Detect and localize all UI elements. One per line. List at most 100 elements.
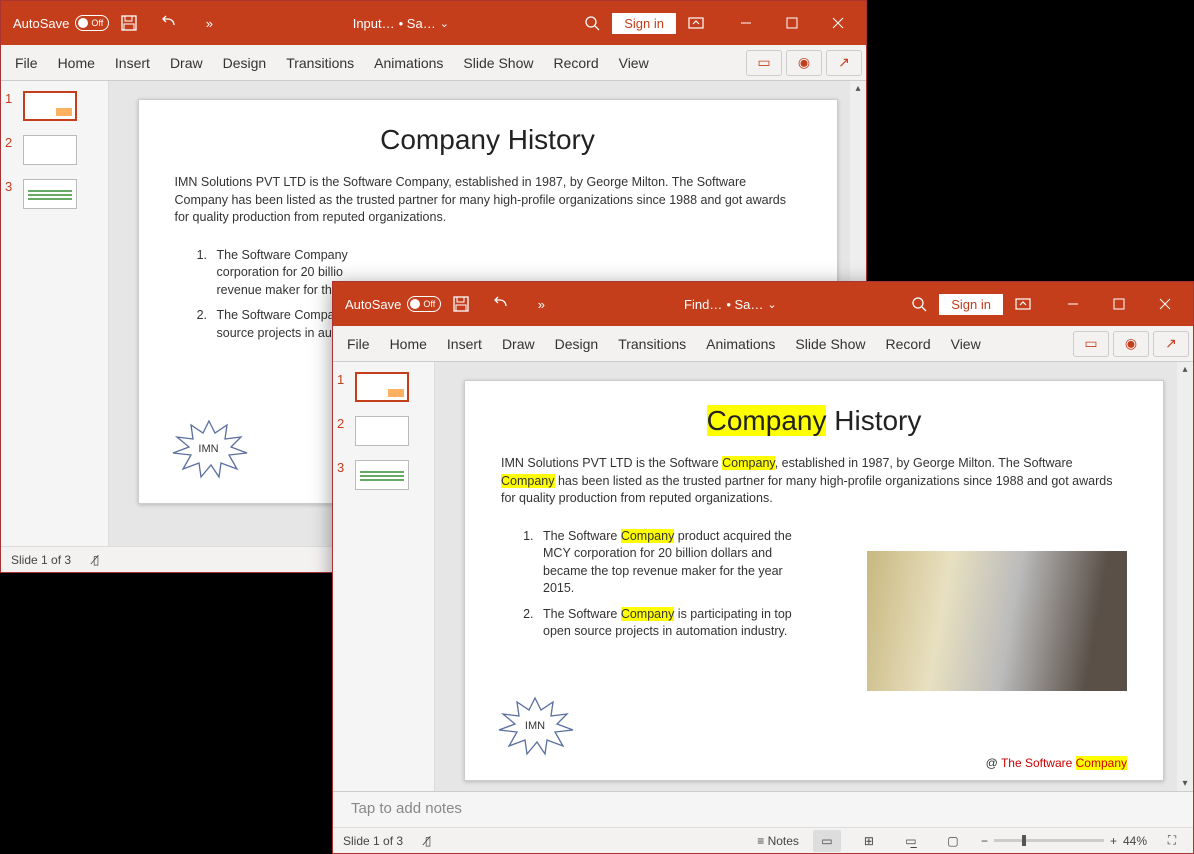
autosave-switch[interactable]: Off bbox=[407, 296, 441, 312]
tab-record[interactable]: Record bbox=[875, 330, 940, 358]
ribbon-tabs: File Home Insert Draw Design Transitions… bbox=[333, 326, 1193, 362]
save-icon[interactable] bbox=[447, 290, 475, 318]
slide-canvas[interactable]: Company History IMN Solutions PVT LTD is… bbox=[435, 362, 1193, 791]
record-button-icon[interactable]: ◉ bbox=[1113, 331, 1149, 357]
ribbon-mode-icon[interactable] bbox=[682, 9, 710, 37]
close-button[interactable] bbox=[1143, 289, 1187, 319]
vertical-scrollbar[interactable]: ▴▾ bbox=[1177, 362, 1193, 791]
accessibility-icon[interactable]: ▯̸ bbox=[85, 551, 107, 569]
share-icon[interactable]: ↗ bbox=[826, 50, 862, 76]
tab-file[interactable]: File bbox=[337, 330, 380, 358]
minimize-button[interactable] bbox=[1051, 289, 1095, 319]
close-button[interactable] bbox=[816, 8, 860, 38]
sign-in-button[interactable]: Sign in bbox=[612, 13, 676, 34]
slide-image bbox=[867, 551, 1127, 691]
tab-record[interactable]: Record bbox=[543, 49, 608, 77]
burst-shape: IMN bbox=[495, 696, 575, 756]
tab-draw[interactable]: Draw bbox=[492, 330, 545, 358]
tab-view[interactable]: View bbox=[941, 330, 991, 358]
thumbnail-3[interactable]: 3 bbox=[5, 179, 104, 209]
sorter-view-icon[interactable]: ⊞ bbox=[855, 830, 883, 852]
tab-transitions[interactable]: Transitions bbox=[608, 330, 696, 358]
notes-button[interactable]: ≡ Notes bbox=[757, 834, 799, 848]
comments-icon[interactable]: ▭ bbox=[746, 50, 782, 76]
autosave-switch[interactable]: Off bbox=[75, 15, 109, 31]
record-button-icon[interactable]: ◉ bbox=[786, 50, 822, 76]
thumbnail-1[interactable]: 1 bbox=[5, 91, 104, 121]
undo-icon[interactable] bbox=[487, 290, 515, 318]
accessibility-icon[interactable]: ▯̸ bbox=[417, 832, 439, 850]
search-icon[interactable] bbox=[905, 290, 933, 318]
thumbnail-panel: 1 2 3 bbox=[1, 81, 109, 546]
sign-in-button[interactable]: Sign in bbox=[939, 294, 1003, 315]
titlebar: AutoSave Off » Input… • Sa… ⌄ Sign in bbox=[1, 1, 866, 45]
zoom-slider[interactable] bbox=[994, 839, 1104, 842]
tab-design[interactable]: Design bbox=[213, 49, 277, 77]
slide-paragraph: IMN Solutions PVT LTD is the Software Co… bbox=[501, 455, 1127, 508]
undo-icon[interactable] bbox=[155, 9, 183, 37]
slide-paragraph: IMN Solutions PVT LTD is the Software Co… bbox=[175, 174, 801, 227]
tab-insert[interactable]: Insert bbox=[437, 330, 492, 358]
thumbnail-2[interactable]: 2 bbox=[5, 135, 104, 165]
slide-title: Company History bbox=[175, 124, 801, 156]
chevron-down-icon[interactable]: ⌄ bbox=[440, 17, 449, 30]
maximize-button[interactable] bbox=[770, 8, 814, 38]
autosave-toggle[interactable]: AutoSave Off bbox=[345, 296, 441, 312]
powerpoint-window-find: AutoSave Off » Find… • Sa… ⌄ Sign in Fil… bbox=[332, 281, 1194, 854]
reading-view-icon[interactable]: ▭̲ bbox=[897, 830, 925, 852]
thumbnail-panel: 1 2 3 bbox=[333, 362, 435, 791]
editor-body: 1 2 3 Company History IMN Solutions PVT … bbox=[333, 362, 1193, 791]
list-item-2: The Software Company is participating in… bbox=[537, 606, 801, 641]
chevron-down-icon[interactable]: ⌄ bbox=[767, 298, 776, 311]
slide-title: Company History bbox=[501, 405, 1127, 437]
list-item-1: The Software Company product acquired th… bbox=[537, 528, 801, 598]
autosave-toggle[interactable]: AutoSave Off bbox=[13, 15, 109, 31]
share-icon[interactable]: ↗ bbox=[1153, 331, 1189, 357]
search-icon[interactable] bbox=[578, 9, 606, 37]
window-controls bbox=[1051, 289, 1187, 319]
ribbon-mode-icon[interactable] bbox=[1009, 290, 1037, 318]
document-title: Find… • Sa… ⌄ bbox=[561, 297, 899, 312]
autosave-label: AutoSave bbox=[13, 16, 69, 31]
tab-home[interactable]: Home bbox=[48, 49, 105, 77]
burst-shape: IMN bbox=[169, 419, 249, 479]
maximize-button[interactable] bbox=[1097, 289, 1141, 319]
thumbnail-3[interactable]: 3 bbox=[337, 460, 430, 490]
tab-slideshow[interactable]: Slide Show bbox=[453, 49, 543, 77]
slide-counter: Slide 1 of 3 bbox=[11, 553, 71, 567]
copyright-text: @ The Software Company bbox=[986, 756, 1127, 770]
fit-to-window-icon[interactable]: ⛶ bbox=[1161, 832, 1183, 850]
comments-icon[interactable]: ▭ bbox=[1073, 331, 1109, 357]
zoom-out-icon[interactable]: − bbox=[981, 834, 988, 848]
thumbnail-1[interactable]: 1 bbox=[337, 372, 430, 402]
notes-pane[interactable]: Tap to add notes bbox=[333, 791, 1193, 827]
tab-file[interactable]: File bbox=[5, 49, 48, 77]
zoom-in-icon[interactable]: + bbox=[1110, 834, 1117, 848]
tab-home[interactable]: Home bbox=[380, 330, 437, 358]
slide-counter: Slide 1 of 3 bbox=[343, 834, 403, 848]
zoom-control[interactable]: − + 44% bbox=[981, 834, 1147, 848]
tab-draw[interactable]: Draw bbox=[160, 49, 213, 77]
document-title: Input… • Sa… ⌄ bbox=[229, 16, 572, 31]
status-bar: Slide 1 of 3 ▯̸ ≡ Notes ▭ ⊞ ▭̲ ▢ − + 44%… bbox=[333, 827, 1193, 853]
ribbon-tabs: File Home Insert Draw Design Transitions… bbox=[1, 45, 866, 81]
tab-transitions[interactable]: Transitions bbox=[276, 49, 364, 77]
slide-content[interactable]: Company History IMN Solutions PVT LTD is… bbox=[464, 380, 1164, 781]
save-icon[interactable] bbox=[115, 9, 143, 37]
zoom-percent[interactable]: 44% bbox=[1123, 834, 1147, 848]
normal-view-icon[interactable]: ▭ bbox=[813, 830, 841, 852]
autosave-label: AutoSave bbox=[345, 297, 401, 312]
overflow-icon[interactable]: » bbox=[527, 290, 555, 318]
minimize-button[interactable] bbox=[724, 8, 768, 38]
slideshow-view-icon[interactable]: ▢ bbox=[939, 830, 967, 852]
tab-design[interactable]: Design bbox=[545, 330, 609, 358]
titlebar: AutoSave Off » Find… • Sa… ⌄ Sign in bbox=[333, 282, 1193, 326]
tab-slideshow[interactable]: Slide Show bbox=[785, 330, 875, 358]
tab-insert[interactable]: Insert bbox=[105, 49, 160, 77]
tab-view[interactable]: View bbox=[609, 49, 659, 77]
thumbnail-2[interactable]: 2 bbox=[337, 416, 430, 446]
tab-animations[interactable]: Animations bbox=[364, 49, 453, 77]
notes-placeholder: Tap to add notes bbox=[351, 800, 462, 817]
overflow-icon[interactable]: » bbox=[195, 9, 223, 37]
tab-animations[interactable]: Animations bbox=[696, 330, 785, 358]
